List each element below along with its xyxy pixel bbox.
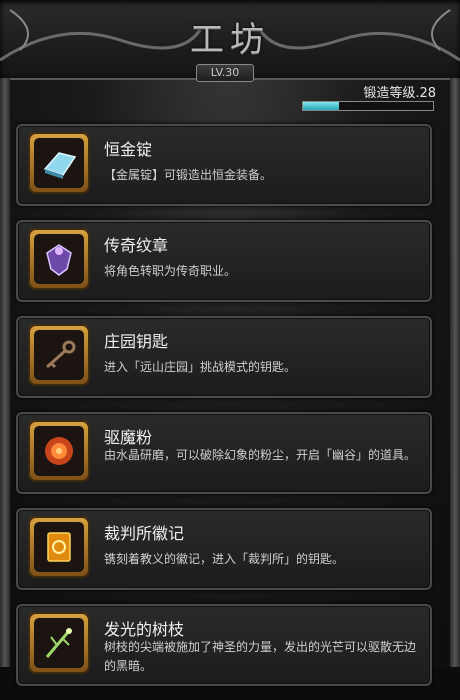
item-name: 恒金锭 xyxy=(104,140,153,159)
left-rail xyxy=(0,78,10,667)
recipe-card[interactable]: 庄园钥匙 进入「远山庄园」挑战模式的钥匙。 xyxy=(16,316,432,398)
item-description: 进入「远山庄园」挑战模式的钥匙。 xyxy=(104,360,297,374)
exorcism-powder-icon xyxy=(34,426,84,476)
item-description: 镌刻着教义的徽记，进入「裁判所」的钥匙。 xyxy=(104,552,345,566)
item-icon-frame xyxy=(28,420,90,482)
recipe-list: 恒金锭 【金属锭】可锻造出恒金装备。 传奇纹章 将角色转职为传奇职业。 庄园钥匙… xyxy=(16,124,432,700)
header-ornament: 工坊 LV.30 xyxy=(0,0,460,82)
item-icon-frame xyxy=(28,612,90,674)
recipe-card[interactable]: 裁判所徽记 镌刻着教义的徽记，进入「裁判所」的钥匙。 xyxy=(16,508,432,590)
item-name: 裁判所徽记 xyxy=(104,524,185,543)
item-description: 由水晶研磨，可以破除幻象的粉尘，开启「幽谷」的道具。 xyxy=(104,448,417,462)
item-icon-frame xyxy=(28,228,90,290)
recipe-card[interactable]: 发光的树枝 树枝的尖端被施加了神圣的力量，发出的光芒可以驱散无边的黑暗。 xyxy=(16,604,432,686)
forge-progress-bar xyxy=(302,101,434,111)
item-description: 树枝的尖端被施加了神圣的力量，发出的光芒可以驱散无边的黑暗。 xyxy=(104,640,417,673)
item-name: 驱魔粉 xyxy=(104,428,153,447)
item-description: 将角色转职为传奇职业。 xyxy=(104,264,237,278)
item-icon-frame xyxy=(28,132,90,194)
item-name: 庄园钥匙 xyxy=(104,332,169,351)
metal-ingot-icon xyxy=(34,138,84,188)
recipe-card[interactable]: 恒金锭 【金属锭】可锻造出恒金装备。 xyxy=(16,124,432,206)
workshop-screen: 工坊 LV.30 锻造等级.28 恒金锭 【金属锭】可锻造出恒金装备。 传奇纹章… xyxy=(0,0,460,686)
glowing-branch-icon xyxy=(34,618,84,668)
right-rail xyxy=(450,78,460,667)
recipe-card[interactable]: 传奇纹章 将角色转职为传奇职业。 xyxy=(16,220,432,302)
workshop-level-badge: LV.30 xyxy=(196,64,254,82)
recipe-card[interactable]: 驱魔粉 由水晶研磨，可以破除幻象的粉尘，开启「幽谷」的道具。 xyxy=(16,412,432,494)
item-icon-frame xyxy=(28,324,90,386)
page-title: 工坊 xyxy=(190,20,270,60)
tribunal-emblem-icon xyxy=(34,522,84,572)
forge-progress-fill xyxy=(303,102,340,110)
legend-crest-icon xyxy=(34,234,84,284)
item-name: 发光的树枝 xyxy=(104,620,185,639)
item-name: 传奇纹章 xyxy=(104,236,169,255)
item-description: 【金属锭】可锻造出恒金装备。 xyxy=(104,168,273,182)
key-icon xyxy=(34,330,84,380)
forge-level-label: 锻造等级.28 xyxy=(363,86,436,101)
item-icon-frame xyxy=(28,516,90,578)
